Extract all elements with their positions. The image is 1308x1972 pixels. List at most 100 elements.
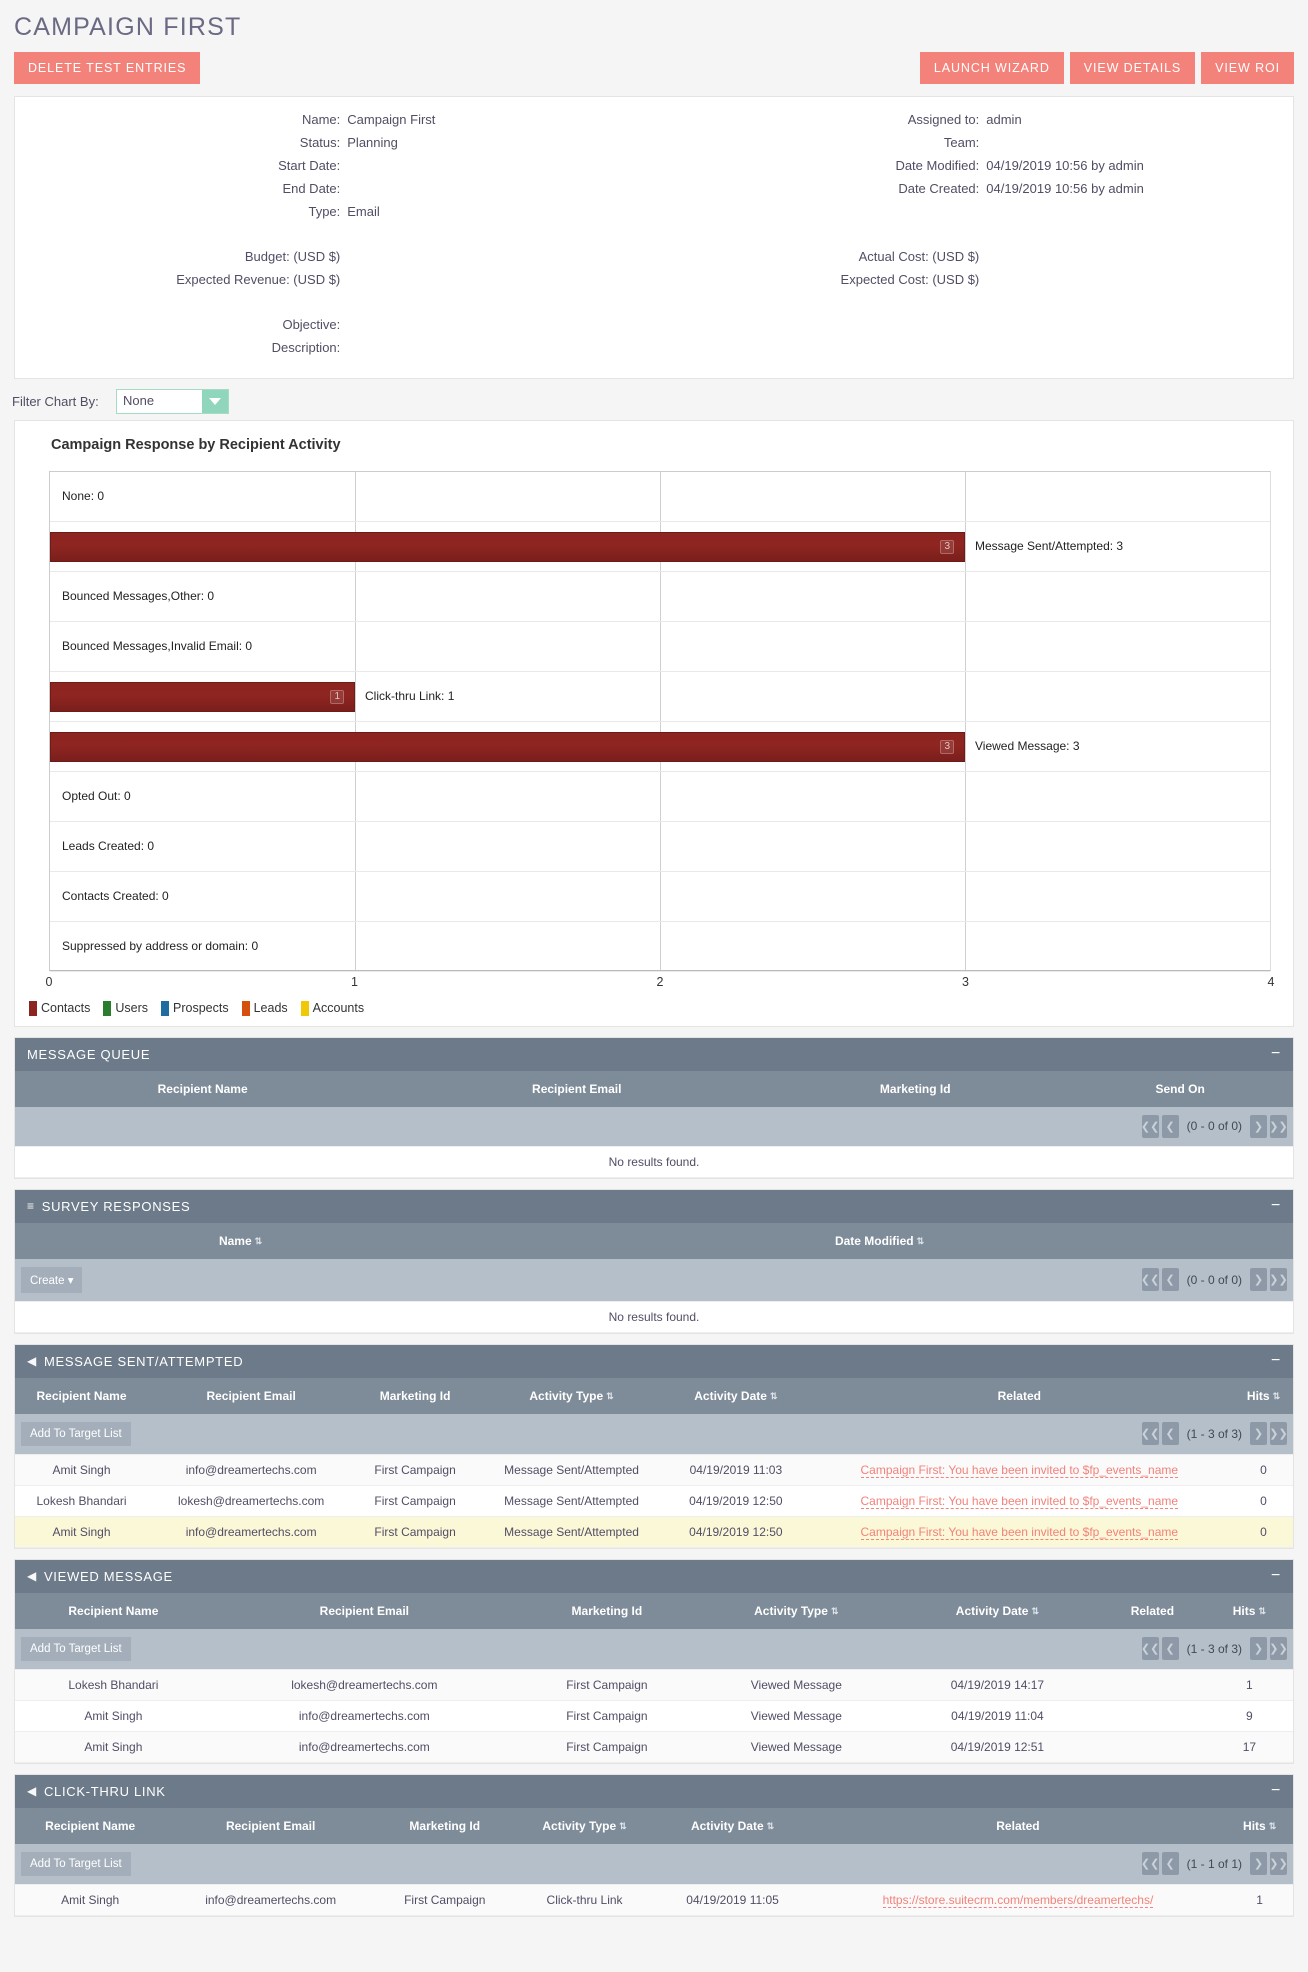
collapse-icon[interactable]: − — [1271, 1783, 1281, 1799]
panel-title: CLICK-THRU LINK — [43, 1783, 166, 1799]
column-header[interactable]: Activity Type ⇅ — [475, 1377, 668, 1414]
field-label: Actual Cost: (USD $) — [858, 248, 980, 264]
chart-legend-item[interactable]: Users — [103, 1000, 148, 1016]
table-row[interactable]: Amit Singh info@dreamertechs.com First Cam… — [15, 1454, 1293, 1486]
chart-bar[interactable]: 1 — [50, 681, 355, 712]
pager-first-button[interactable]: ❮❮ — [1141, 1114, 1159, 1138]
pager-first-button[interactable]: ❮❮ — [1141, 1422, 1159, 1445]
field-label: Assigned to: — [907, 111, 980, 127]
panel-header-message-sent-attempted[interactable]: ◀ MESSAGE SENT/ATTEMPTED − — [15, 1344, 1293, 1378]
column-header[interactable]: Activity Date ⇅ — [895, 1592, 1100, 1629]
pager-last-button[interactable]: ❯❯ — [1269, 1852, 1288, 1875]
column-header[interactable]: Activity Type ⇅ — [513, 1807, 656, 1844]
table-toolbar-row: Add To Target List ❮❮ ❮ (1 - 3 of 3) ❯ ❯❯ — [15, 1628, 1293, 1670]
add-to-target-list-button[interactable]: Add To Target List — [21, 1851, 131, 1876]
column-header[interactable]: Date Modified ⇅ — [466, 1222, 1293, 1259]
pager-next-button[interactable]: ❯ — [1250, 1114, 1267, 1138]
field-label: End Date: — [282, 180, 341, 196]
chart-bar[interactable]: 3 — [50, 731, 965, 762]
pager-prev-button[interactable]: ❮ — [1161, 1114, 1179, 1138]
table-cell: Message Sent/Attempted — [475, 1454, 668, 1486]
sort-icon[interactable]: ⇅ — [1273, 1392, 1281, 1401]
pager-prev-button[interactable]: ❮ — [1161, 1852, 1179, 1875]
sort-icon[interactable]: ⇅ — [917, 1237, 925, 1246]
toolbar-inner: Add To Target List ❮❮ ❮ (1 - 1 of 1) ❯ ❯❯ — [21, 1851, 1288, 1876]
panel-header-message-queue[interactable]: MESSAGE QUEUE − — [15, 1037, 1293, 1071]
pager-last-button[interactable]: ❯❯ — [1269, 1422, 1288, 1445]
sort-icon[interactable]: ⇅ — [255, 1237, 263, 1246]
pager-next-button[interactable]: ❯ — [1250, 1637, 1267, 1660]
table-toolbar-row: ❮❮ ❮ (0 - 0 of 0) ❯ ❯❯ — [15, 1106, 1293, 1147]
column-header[interactable]: Activity Type ⇅ — [696, 1592, 896, 1629]
chart-legend-label: Contacts — [41, 1001, 91, 1015]
column-header[interactable]: Activity Date ⇅ — [667, 1377, 805, 1414]
chart-bar[interactable]: 3 — [50, 531, 965, 562]
related-link[interactable]: Campaign First: You have been invited to… — [860, 1493, 1179, 1509]
table-row[interactable]: Amit Singh info@dreamertechs.com First Cam… — [15, 1700, 1293, 1732]
column-header[interactable]: Hits ⇅ — [1234, 1377, 1293, 1414]
table-cell: 9 — [1205, 1700, 1293, 1732]
column-header: Recipient Email — [148, 1377, 355, 1414]
chart-x-tick: 3 — [962, 974, 969, 989]
add-to-target-list-button[interactable]: Add To Target List — [21, 1636, 131, 1661]
column-header[interactable]: Name ⇅ — [15, 1222, 467, 1259]
panel-header-viewed-message[interactable]: ◀ VIEWED MESSAGE − — [15, 1559, 1293, 1593]
pager-next-button[interactable]: ❯ — [1250, 1422, 1267, 1445]
no-results-message: No results found. — [15, 1301, 1293, 1333]
panel-header-click-thru-link[interactable]: ◀ CLICK-THRU LINK − — [15, 1774, 1293, 1808]
panel-header-survey-responses[interactable]: ≡ SURVEY RESPONSES − — [15, 1189, 1293, 1223]
sort-icon[interactable]: ⇅ — [619, 1822, 627, 1831]
delete-test-entries-button[interactable]: DELETE TEST ENTRIES — [14, 51, 201, 84]
pager-first-button[interactable]: ❮❮ — [1141, 1637, 1159, 1660]
collapse-icon[interactable]: − — [1271, 1568, 1281, 1584]
related-link[interactable]: https://store.suitecrm.com/members/dream… — [882, 1892, 1154, 1908]
column-header[interactable]: Hits ⇅ — [1226, 1807, 1293, 1844]
megaphone-icon: ◀ — [27, 1354, 37, 1368]
chevron-down-icon[interactable] — [202, 389, 228, 413]
chart-legend-item[interactable]: Leads — [241, 1000, 288, 1016]
chart-legend-item[interactable]: Prospects — [161, 1000, 229, 1016]
pager-next-button[interactable]: ❯ — [1250, 1852, 1267, 1875]
field-expected-cost: Expected Cost: (USD $) — [654, 269, 1293, 292]
filter-chart-by-select[interactable]: None — [116, 388, 229, 414]
collapse-icon[interactable]: − — [1271, 1198, 1281, 1214]
pager-last-button[interactable]: ❯❯ — [1269, 1268, 1288, 1291]
collapse-icon[interactable]: − — [1271, 1353, 1281, 1369]
sort-icon[interactable]: ⇅ — [606, 1392, 614, 1401]
table-row[interactable]: Amit Singh info@dreamertechs.com First Cam… — [15, 1884, 1293, 1916]
sort-icon[interactable]: ⇅ — [770, 1392, 778, 1401]
add-to-target-list-button[interactable]: Add To Target List — [21, 1421, 131, 1446]
pager-count: (0 - 0 of 0) — [1186, 1272, 1242, 1287]
table-row[interactable]: Amit Singh info@dreamertechs.com First Cam… — [15, 1516, 1293, 1548]
table-row[interactable]: Lokesh Bhandari lokesh@dreamertechs.com Fi… — [15, 1669, 1293, 1701]
pager-prev-button[interactable]: ❮ — [1161, 1268, 1179, 1291]
table-row[interactable]: Amit Singh info@dreamertechs.com First Cam… — [15, 1731, 1293, 1763]
sort-icon[interactable]: ⇅ — [1269, 1822, 1277, 1831]
table-cell: Amit Singh — [15, 1454, 149, 1486]
pager-prev-button[interactable]: ❮ — [1161, 1637, 1179, 1660]
pager-next-button[interactable]: ❯ — [1250, 1268, 1267, 1291]
panel-header-left: ◀ VIEWED MESSAGE — [27, 1569, 173, 1584]
create-button[interactable]: Create ▾ — [21, 1266, 83, 1293]
sort-icon[interactable]: ⇅ — [767, 1822, 775, 1831]
sort-icon[interactable]: ⇅ — [1031, 1607, 1039, 1616]
column-header[interactable]: Hits ⇅ — [1205, 1592, 1293, 1629]
sort-icon[interactable]: ⇅ — [1258, 1607, 1266, 1616]
table-row[interactable]: Lokesh Bhandari lokesh@dreamertechs.com Fi… — [15, 1485, 1293, 1517]
sort-icon[interactable]: ⇅ — [831, 1607, 839, 1616]
view-details-button[interactable]: VIEW DETAILS — [1069, 51, 1196, 84]
pager-last-button[interactable]: ❯❯ — [1269, 1637, 1288, 1660]
view-roi-button[interactable]: VIEW ROI — [1201, 51, 1294, 84]
chart-legend-item[interactable]: Contacts — [29, 1000, 91, 1016]
related-link[interactable]: Campaign First: You have been invited to… — [860, 1462, 1179, 1478]
toolbar-left: Add To Target List — [21, 1421, 131, 1446]
related-link[interactable]: Campaign First: You have been invited to… — [860, 1524, 1179, 1540]
pager-prev-button[interactable]: ❮ — [1161, 1422, 1179, 1445]
collapse-icon[interactable]: − — [1271, 1046, 1281, 1062]
launch-wizard-button[interactable]: LAUNCH WIZARD — [919, 51, 1064, 84]
column-header[interactable]: Activity Date ⇅ — [655, 1807, 810, 1844]
chart-legend-item[interactable]: Accounts — [300, 1000, 364, 1016]
pager-last-button[interactable]: ❯❯ — [1269, 1114, 1288, 1138]
pager-first-button[interactable]: ❮❮ — [1141, 1852, 1159, 1875]
pager-first-button[interactable]: ❮❮ — [1141, 1268, 1159, 1291]
